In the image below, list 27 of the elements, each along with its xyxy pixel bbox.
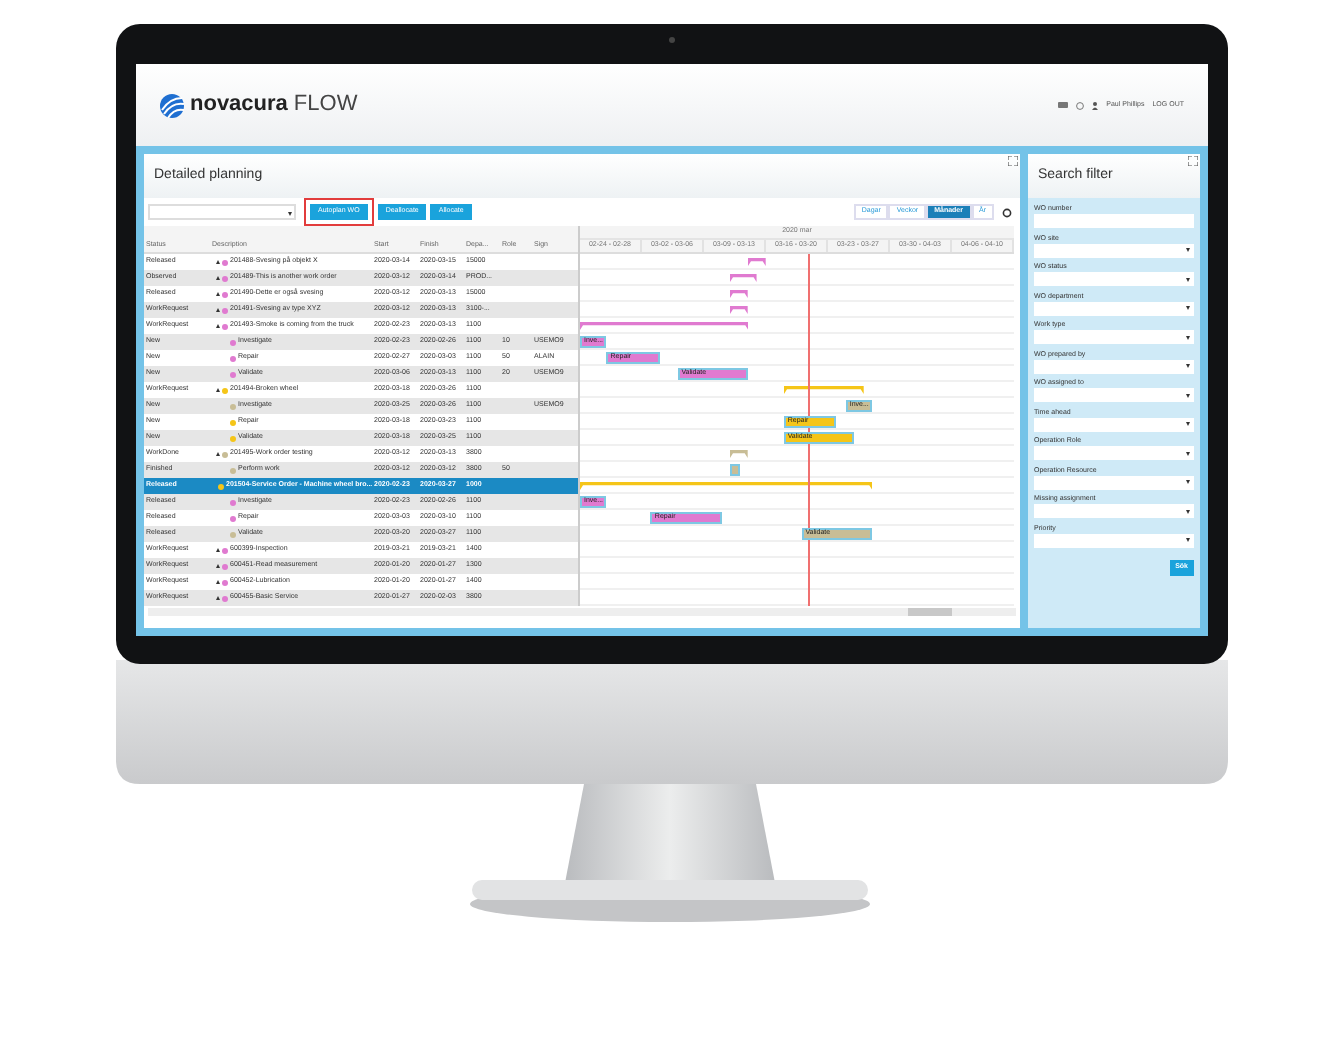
select-field[interactable] bbox=[1034, 243, 1194, 257]
user-icon bbox=[1092, 101, 1099, 109]
select-field[interactable] bbox=[1034, 301, 1194, 315]
refresh-icon[interactable] bbox=[1002, 207, 1012, 217]
select-field[interactable] bbox=[1034, 330, 1194, 344]
logo-icon bbox=[160, 93, 184, 117]
select-field[interactable] bbox=[1034, 388, 1194, 402]
fullscreen-icon bbox=[1008, 156, 1018, 166]
select-field[interactable] bbox=[1034, 446, 1194, 460]
select-field[interactable] bbox=[148, 204, 296, 220]
select-field[interactable] bbox=[1034, 417, 1194, 431]
select-field[interactable] bbox=[1034, 533, 1194, 547]
summary-bar[interactable] bbox=[730, 273, 758, 281]
summary-bar[interactable] bbox=[730, 289, 749, 297]
select-field[interactable] bbox=[1034, 475, 1194, 489]
keyboard-icon[interactable] bbox=[1058, 102, 1069, 108]
summary-bar[interactable] bbox=[783, 385, 864, 393]
input-field[interactable] bbox=[1034, 214, 1194, 228]
summary-bar[interactable] bbox=[580, 321, 749, 329]
logo-name: novacura bbox=[190, 94, 288, 116]
select-field[interactable] bbox=[1034, 504, 1194, 518]
logo-product: FLOW bbox=[293, 94, 358, 116]
help-icon[interactable] bbox=[1076, 101, 1085, 109]
select-field[interactable] bbox=[1034, 272, 1194, 286]
summary-bar[interactable] bbox=[730, 305, 749, 313]
select-field[interactable] bbox=[1034, 359, 1194, 373]
fullscreen-icon bbox=[1188, 156, 1198, 166]
